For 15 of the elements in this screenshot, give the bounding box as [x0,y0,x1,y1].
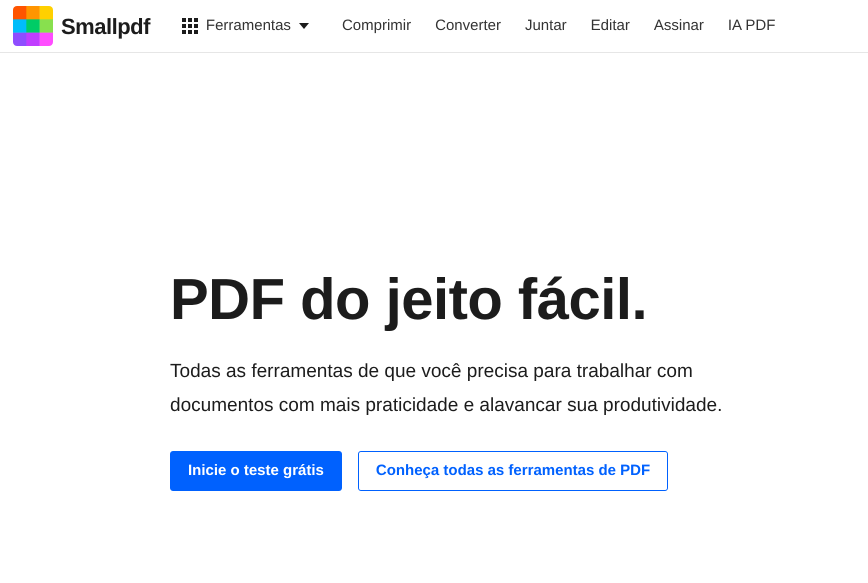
nav-link[interactable]: Juntar [524,14,567,38]
nav-link[interactable]: IA PDF [728,14,776,38]
nav-link[interactable]: Editar [590,14,630,38]
logo-icon[interactable] [13,6,53,46]
trial-button[interactable]: Inicie o teste grátis [170,451,342,491]
tools-button[interactable]: Conheça todas as ferramentas de PDF [358,451,668,491]
tools-menu-button[interactable]: Ferramentas [182,14,309,38]
caret-icon [298,23,309,29]
nav-link[interactable]: Assinar [654,14,704,38]
hero-title: PDF do jeito fácil. [170,266,648,334]
hero-subtitle: Todas as ferramentas de que você precisa para trabalhar com documentos com mais praticidade e alavancar sua produtividade. [170,360,724,418]
grid-icon [182,18,198,34]
logo-text[interactable]: Smallpdf [61,10,150,42]
nav-link[interactable]: Converter [435,14,501,38]
nav-link[interactable]: Comprimir [342,14,412,38]
